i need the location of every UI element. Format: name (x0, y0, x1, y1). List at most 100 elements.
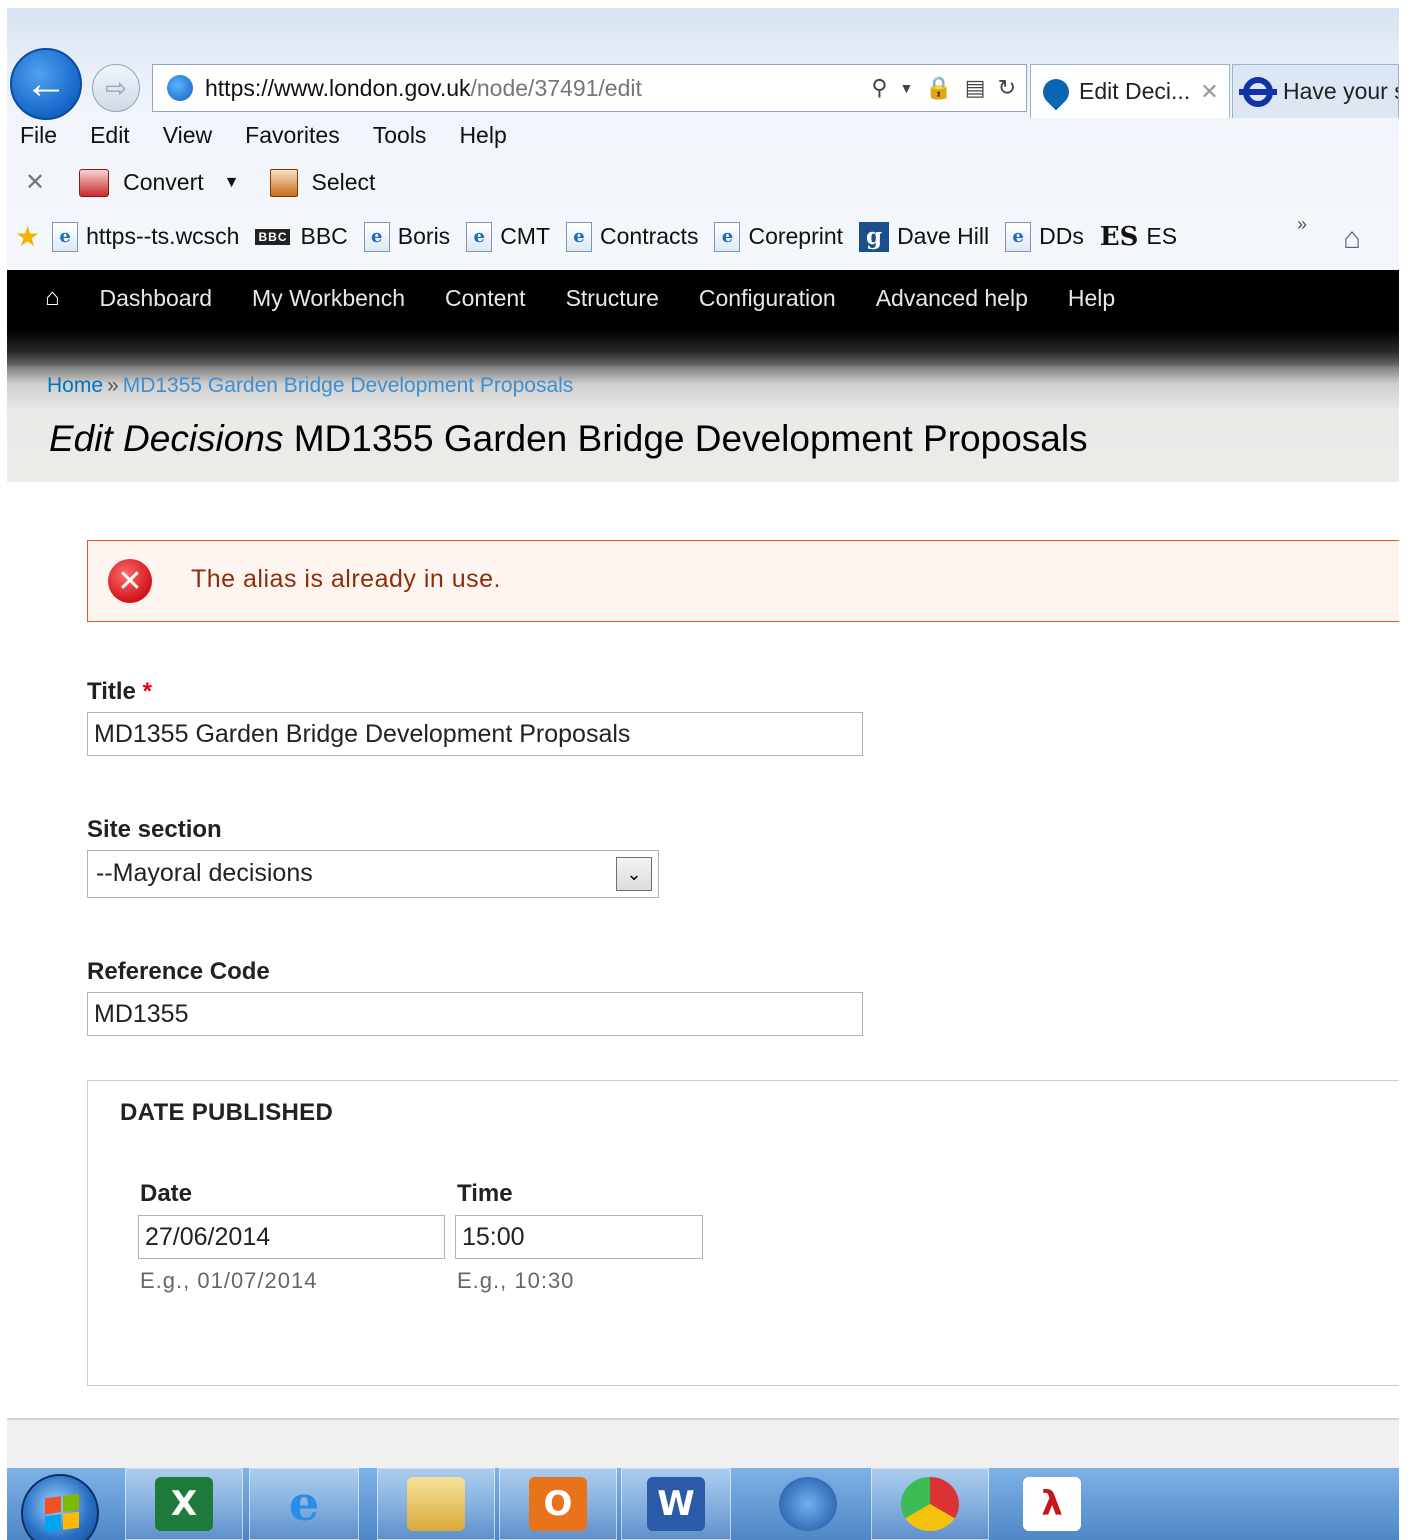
windows-logo-icon (45, 1493, 79, 1533)
site-section-value: --Mayoral decisions (96, 859, 313, 887)
close-toolbar-icon[interactable]: ✕ (25, 168, 45, 197)
page-title-prefix: Edit Decisions (49, 418, 284, 459)
time-label: Time (457, 1180, 513, 1207)
file-explorer-icon (407, 1477, 465, 1531)
tab-edit-decisions[interactable]: Edit Deci... ✕ (1030, 64, 1230, 118)
site-favicon-icon (167, 75, 193, 101)
time-input[interactable] (455, 1215, 703, 1259)
lock-icon[interactable]: 🔒 (925, 75, 952, 101)
toolbar-advanced-help[interactable]: Advanced help (876, 285, 1028, 312)
taskbar-internet-explorer[interactable]: e (249, 1468, 359, 1540)
error-icon: ✕ (108, 559, 152, 603)
favorite-cmt[interactable]: e CMT (466, 221, 551, 252)
taskbar-word[interactable]: W (621, 1468, 731, 1540)
internet-explorer-icon: e (288, 1476, 320, 1532)
es-icon: ES (1099, 221, 1139, 252)
error-message: ✕ The alias is already in use. (87, 540, 1399, 622)
toolbar-content[interactable]: Content (445, 285, 526, 312)
taskbar-file-explorer[interactable] (377, 1468, 495, 1540)
menu-bar: File Edit View Favorites Tools Help (20, 122, 507, 149)
ie-page-icon: e (566, 221, 593, 252)
convert-button[interactable]: Convert (123, 169, 204, 196)
home-icon[interactable]: ⌂ (45, 284, 60, 312)
windows-taskbar: X e O W λ (7, 1468, 1399, 1540)
required-marker: * (142, 678, 152, 705)
date-input[interactable] (138, 1215, 445, 1259)
favorites-star-icon[interactable]: ★ (15, 220, 40, 253)
menu-tools[interactable]: Tools (373, 122, 427, 149)
favorite-label: ES (1146, 223, 1178, 249)
url-host: https://www.london.gov.uk (205, 74, 471, 101)
breadcrumb: Home» MD1355 Garden Bridge Development Pr… (47, 374, 573, 398)
bbc-icon: BBC (255, 228, 291, 245)
title-label-text: Title (87, 678, 136, 705)
remote-desktop-icon (779, 1477, 837, 1531)
favorite-contracts[interactable]: e Contracts (566, 221, 699, 252)
toolbar-configuration[interactable]: Configuration (699, 285, 836, 312)
favorite-bbc[interactable]: BBC BBC (255, 223, 348, 250)
reference-code-input[interactable] (87, 992, 863, 1036)
tab-label: Have your s (1283, 78, 1399, 104)
url-text: https://www.london.gov.uk/node/37491/edi… (205, 75, 642, 102)
convert-dropdown-icon[interactable]: ▼ (224, 174, 240, 192)
favorite-coreprint[interactable]: e Coreprint (714, 221, 843, 252)
menu-edit[interactable]: Edit (90, 122, 130, 149)
favorite-es[interactable]: ES ES (1100, 222, 1177, 252)
error-message-text: The alias is already in use. (191, 565, 501, 593)
home-icon[interactable]: ⌂ (1343, 222, 1361, 256)
refresh-icon[interactable]: ↻ (998, 75, 1016, 101)
favorite-dave-hill[interactable]: g Dave Hill (859, 221, 990, 252)
back-button[interactable]: ← (10, 48, 82, 120)
close-tab-icon[interactable]: ✕ (1200, 79, 1218, 105)
tab-have-your-say[interactable]: Have your s (1232, 64, 1399, 118)
address-bar[interactable]: https://www.london.gov.uk/node/37491/edi… (152, 64, 1027, 112)
dropdown-arrow-icon[interactable]: ▼ (900, 80, 914, 96)
favorites-bar: ★ e https--ts.wcsch BBC BBC e Boris e CMT eC… (15, 220, 1193, 253)
menu-view[interactable]: View (163, 122, 212, 149)
ie-page-icon: e (363, 221, 390, 252)
site-section-select[interactable]: --Mayoral decisions ⌄ (87, 850, 659, 898)
favorite-dds[interactable]: e DDs (1005, 221, 1084, 252)
breadcrumb-current[interactable]: MD1355 Garden Bridge Development Proposa… (123, 374, 574, 397)
taskbar-chrome[interactable] (871, 1468, 989, 1540)
start-button[interactable] (21, 1474, 99, 1540)
forward-button[interactable]: ⇨ (92, 64, 140, 112)
search-icon[interactable]: ⚲ (871, 75, 887, 101)
ie-page-icon: e (466, 221, 493, 252)
title-input[interactable] (87, 712, 863, 756)
toolbar-help[interactable]: Help (1068, 285, 1115, 312)
toolbar-structure[interactable]: Structure (566, 285, 659, 312)
favorite-https-ts-wcsch[interactable]: e https--ts.wcsch (52, 221, 240, 252)
favorite-label: Dave Hill (897, 223, 990, 249)
outlook-icon: O (529, 1477, 587, 1531)
toolbar-dashboard[interactable]: Dashboard (100, 285, 213, 312)
menu-help[interactable]: Help (459, 122, 506, 149)
chevron-down-icon[interactable]: ⌄ (616, 857, 652, 891)
taskbar-outlook[interactable]: O (499, 1468, 617, 1540)
taskbar-excel[interactable]: X (125, 1468, 243, 1540)
breadcrumb-separator: » (107, 374, 119, 397)
favorite-boris[interactable]: e Boris (363, 221, 450, 252)
favorites-overflow-icon[interactable]: » (1297, 214, 1307, 235)
select-button[interactable]: Select (312, 169, 376, 196)
menu-file[interactable]: File (20, 122, 57, 149)
drupal-icon (1037, 73, 1075, 110)
menu-favorites[interactable]: Favorites (245, 122, 340, 149)
favorite-label: https--ts.wcsch (86, 223, 240, 249)
pdf-convert-icon (79, 168, 110, 197)
reference-code-label: Reference Code (87, 958, 270, 985)
tab-label: Edit Deci... (1079, 78, 1191, 104)
ie-page-icon: e (1005, 221, 1032, 252)
taskbar-acrobat[interactable]: λ (997, 1468, 1107, 1540)
favorite-label: CMT (500, 223, 551, 249)
tfl-roundel-icon (1239, 76, 1277, 107)
taskbar-remote-desktop[interactable] (749, 1468, 867, 1540)
excel-icon: X (155, 1477, 213, 1531)
command-bar: ✕ Convert ▼ Select (25, 168, 375, 197)
compatibility-view-icon[interactable]: ▤ (965, 75, 986, 101)
chrome-icon (901, 1477, 959, 1531)
page-header: Home» MD1355 Garden Bridge Development Pr… (7, 366, 1399, 482)
toolbar-my-workbench[interactable]: My Workbench (252, 285, 405, 312)
breadcrumb-home[interactable]: Home (47, 374, 103, 397)
favorite-label: Contracts (600, 223, 699, 249)
